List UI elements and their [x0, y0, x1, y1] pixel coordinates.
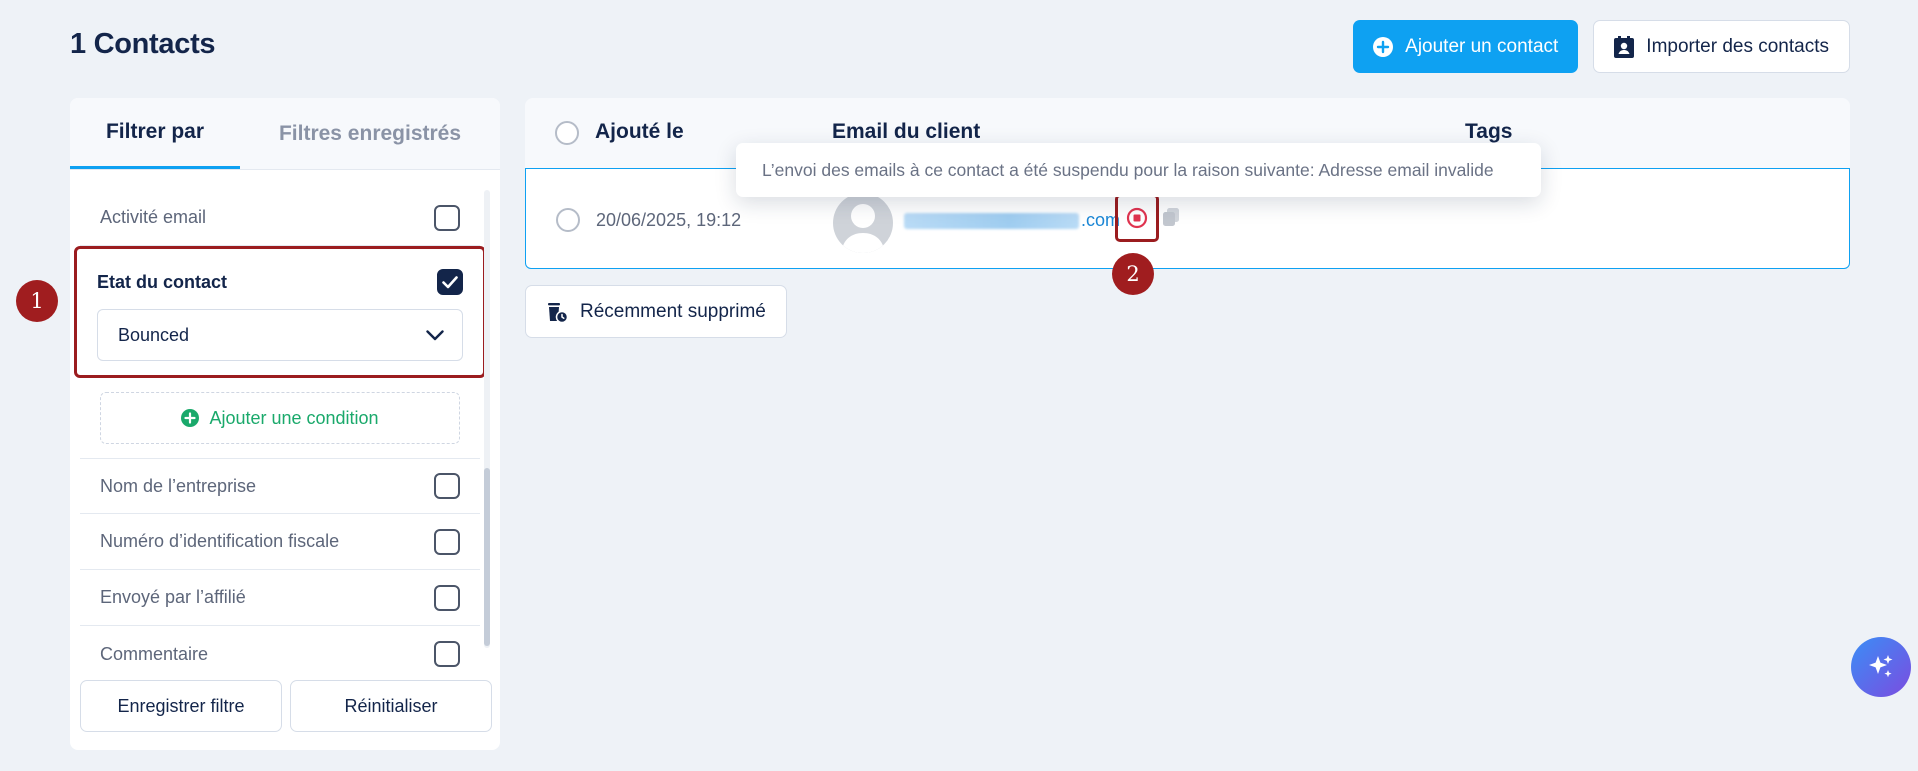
bounce-status-indicator[interactable]: [1115, 194, 1159, 242]
avatar: [833, 193, 893, 253]
import-contacts-button[interactable]: Importer des contacts: [1593, 20, 1850, 73]
email-activity-checkbox[interactable]: [434, 204, 460, 231]
stop-circle-icon: [1126, 207, 1148, 229]
select-all-radio[interactable]: [555, 121, 579, 145]
plus-circle-icon: [181, 409, 200, 427]
filter-item-affiliate[interactable]: Envoyé par l’affilié: [80, 570, 480, 626]
plus-circle-icon: [1373, 36, 1394, 57]
filter-panel: Filtrer par Filtres enregistrés Activité…: [70, 98, 500, 750]
add-contact-label: Ajouter un contact: [1405, 35, 1559, 57]
filter-item-label: Commentaire: [100, 643, 209, 664]
company-checkbox[interactable]: [434, 473, 460, 499]
row-select-radio[interactable]: [556, 208, 580, 232]
filter-list: Activité email Etat du contact Bounced A…: [74, 190, 486, 682]
tab-filter-by[interactable]: Filtrer par: [70, 98, 240, 169]
filter-item-comment[interactable]: Commentaire: [80, 626, 480, 682]
user-silhouette-icon: [841, 204, 885, 253]
filter-item-label: Numéro d’identification fiscale: [100, 531, 340, 551]
contact-state-checkbox[interactable]: [437, 269, 463, 295]
filter-scrollbar[interactable]: [484, 190, 490, 648]
annotation-marker-2: 2: [1112, 253, 1154, 295]
page-title: 1 Contacts: [70, 28, 216, 60]
column-email[interactable]: Email du client: [832, 120, 980, 144]
contact-state-select[interactable]: Bounced: [97, 309, 463, 361]
contact-state-value: Bounced: [118, 324, 190, 345]
affiliate-checkbox[interactable]: [434, 584, 460, 611]
contact-state-label: Etat du contact: [97, 271, 228, 292]
sparkles-icon: [1869, 655, 1893, 678]
filter-item-label: Activité email: [100, 207, 207, 227]
import-contacts-label: Importer des contacts: [1646, 35, 1829, 57]
top-actions: Ajouter un contact Importer des contacts: [1353, 20, 1850, 73]
reset-button[interactable]: Réinitialiser: [290, 680, 492, 732]
recently-deleted-button[interactable]: Récemment supprimé: [525, 285, 787, 338]
add-contact-button[interactable]: Ajouter un contact: [1353, 20, 1579, 73]
comment-checkbox[interactable]: [434, 641, 460, 667]
email-redacted[interactable]: [904, 213, 1079, 229]
copy-icon[interactable]: [1162, 207, 1180, 232]
row-added-date: 20/06/2025, 19:12: [596, 210, 742, 230]
tab-saved-filters[interactable]: Filtres enregistrés: [240, 98, 500, 169]
scrollbar-thumb[interactable]: [484, 468, 490, 646]
column-tags[interactable]: Tags: [1465, 120, 1512, 144]
annotation-marker-1: 1: [16, 280, 58, 322]
filter-item-email-activity[interactable]: Activité email: [80, 190, 480, 246]
filter-tabs: Filtrer par Filtres enregistrés: [70, 98, 500, 170]
recently-deleted-label: Récemment supprimé: [580, 300, 766, 322]
filter-item-label: Nom de l’entreprise: [100, 475, 257, 496]
tax-id-checkbox[interactable]: [434, 528, 460, 555]
tooltip-text: L’envoi des emails à ce contact a été su…: [762, 159, 1494, 180]
contact-card-icon: [1614, 35, 1635, 58]
filter-item-company[interactable]: Nom de l’entreprise: [80, 458, 480, 514]
column-added[interactable]: Ajouté le: [595, 120, 684, 144]
ai-assistant-button[interactable]: [1851, 637, 1911, 697]
trash-clock-icon: [548, 302, 568, 323]
filter-item-tax-id[interactable]: Numéro d’identification fiscale: [80, 514, 480, 570]
save-filter-button[interactable]: Enregistrer filtre: [80, 680, 282, 732]
contact-state-filter: Etat du contact Bounced: [74, 246, 486, 378]
chevron-down-icon: [426, 329, 444, 340]
add-condition-button[interactable]: Ajouter une condition: [100, 392, 460, 444]
filter-actions: Enregistrer filtre Réinitialiser: [80, 680, 492, 732]
checkmark-icon: [442, 275, 458, 288]
filter-item-label: Envoyé par l’affilié: [100, 587, 246, 607]
add-condition-label: Ajouter une condition: [209, 407, 379, 428]
bounce-tooltip: L’envoi des emails à ce contact a été su…: [736, 143, 1541, 197]
